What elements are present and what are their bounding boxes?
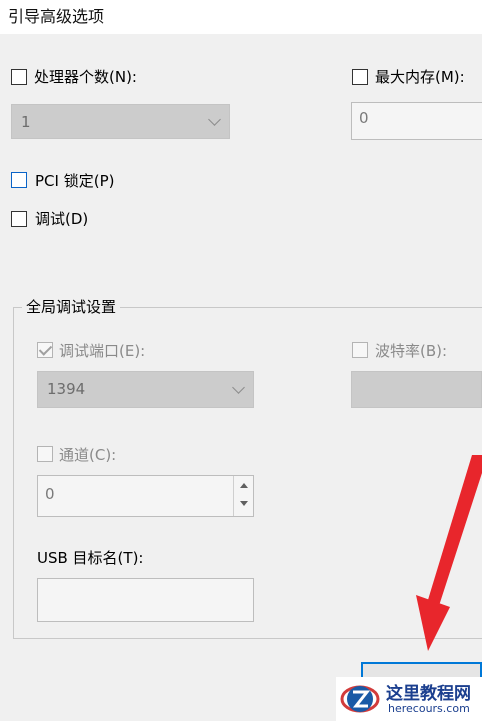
watermark: 这里教程网 herecours.com: [336, 677, 482, 721]
watermark-name: 这里教程网: [386, 684, 471, 704]
baud-rate-checkbox[interactable]: [352, 342, 368, 358]
watermark-logo-icon: [340, 685, 380, 713]
processor-count-select[interactable]: 1: [11, 104, 230, 139]
channel-input[interactable]: 0: [37, 475, 254, 517]
debug-port-select[interactable]: 1394: [37, 371, 254, 408]
debug-port-label: 调试端口(E):: [59, 342, 146, 360]
arrow-down-icon[interactable]: [240, 501, 248, 506]
global-debug-legend: 全局调试设置: [22, 296, 121, 317]
debug-label: 调试(D): [35, 210, 89, 228]
channel-checkbox[interactable]: [37, 446, 53, 462]
max-memory-checkbox[interactable]: [352, 69, 368, 85]
processor-count-checkbox[interactable]: [11, 69, 27, 85]
pci-lock-label: PCI 锁定(P): [35, 172, 115, 190]
channel-label: 通道(C):: [59, 446, 117, 464]
debug-checkbox[interactable]: [11, 211, 27, 227]
usb-target-label: USB 目标名(T):: [37, 549, 144, 567]
processor-count-label: 处理器个数(N):: [34, 68, 137, 86]
watermark-url: herecours.com: [388, 702, 470, 715]
max-memory-label: 最大内存(M):: [375, 68, 465, 86]
channel-value: 0: [45, 485, 55, 503]
usb-target-input[interactable]: [37, 578, 254, 622]
baud-rate-label: 波特率(B):: [375, 342, 448, 360]
dialog-title: 引导高级选项: [8, 7, 105, 26]
chevron-down-icon: [232, 381, 245, 394]
pci-lock-checkbox[interactable]: [11, 172, 27, 188]
max-memory-input[interactable]: 0: [351, 102, 482, 140]
debug-port-checkbox[interactable]: [37, 342, 53, 358]
processor-count-value: 1: [21, 113, 31, 131]
max-memory-value: 0: [359, 109, 369, 127]
arrow-up-icon[interactable]: [240, 483, 248, 488]
baud-rate-select[interactable]: [351, 371, 482, 408]
debug-port-value: 1394: [47, 380, 86, 398]
channel-spinner[interactable]: [233, 476, 253, 516]
chevron-down-icon: [208, 113, 221, 126]
annotation-arrow-icon: [416, 455, 482, 651]
